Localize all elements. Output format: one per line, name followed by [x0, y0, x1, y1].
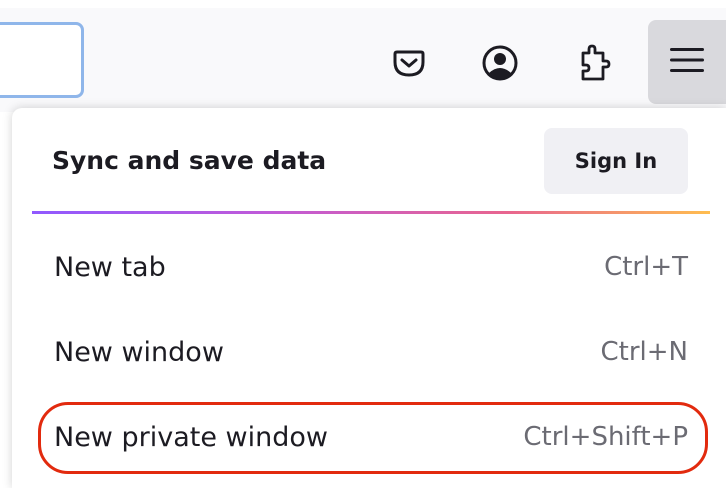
url-bar[interactable] — [0, 22, 84, 98]
pocket-button[interactable] — [384, 38, 434, 88]
extensions-button[interactable] — [569, 38, 619, 88]
extensions-icon — [575, 43, 613, 83]
sign-in-button[interactable]: Sign In — [544, 128, 688, 194]
menu-item-label: New tab — [54, 252, 166, 283]
menu-item-shortcut: Ctrl+N — [600, 337, 689, 367]
hamburger-menu-icon — [670, 46, 704, 78]
browser-toolbar — [0, 0, 726, 112]
sync-divider — [32, 211, 710, 214]
menu-item-new-tab[interactable]: New tab Ctrl+T — [12, 228, 714, 312]
sync-section: Sync and save data Sign In — [12, 108, 714, 216]
sync-title: Sync and save data — [52, 146, 327, 175]
menu-item-label: New window — [54, 337, 224, 368]
menu-item-new-window[interactable]: New window Ctrl+N — [12, 313, 714, 397]
menu-item-shortcut: Ctrl+Shift+P — [523, 422, 688, 452]
account-button[interactable] — [475, 38, 525, 88]
menu-item-shortcut: Ctrl+T — [604, 252, 688, 282]
account-icon — [481, 44, 519, 82]
application-menu-button[interactable] — [648, 20, 726, 104]
menu-item-new-private-window[interactable]: New private window Ctrl+Shift+P — [12, 398, 714, 482]
menu-item-label: New private window — [54, 422, 328, 453]
tab-strip-edge — [0, 0, 726, 8]
pocket-icon — [391, 45, 427, 81]
